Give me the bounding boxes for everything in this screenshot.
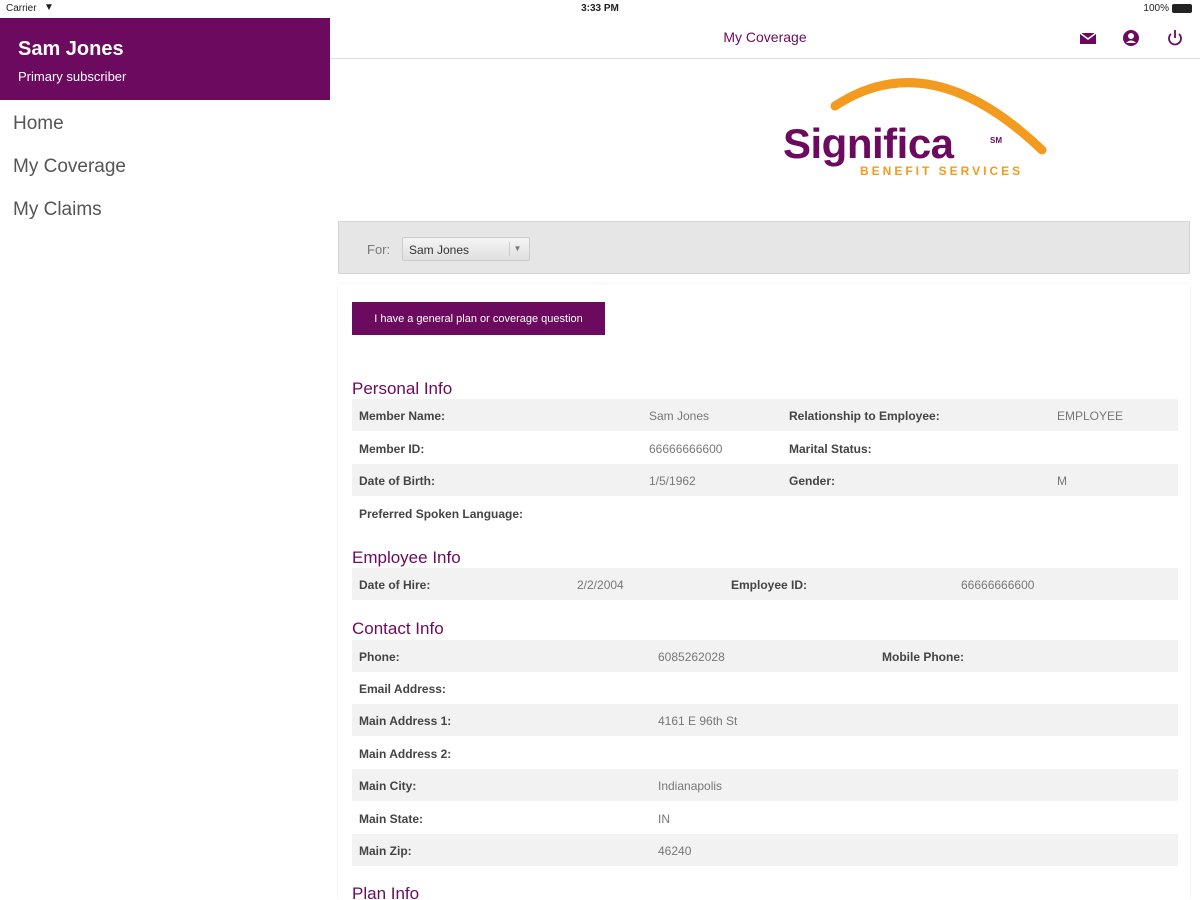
general-question-button[interactable]: I have a general plan or coverage questi… bbox=[352, 302, 605, 335]
user-header: Sam Jones Primary subscriber bbox=[0, 18, 330, 100]
logo-service-mark: SM bbox=[990, 136, 1002, 145]
member-name-value: Sam Jones bbox=[649, 409, 710, 423]
sidebar-item-home[interactable]: Home bbox=[0, 110, 330, 153]
power-icon[interactable] bbox=[1164, 27, 1186, 49]
filter-label: For: bbox=[367, 242, 391, 257]
sidebar-item-my-coverage[interactable]: My Coverage bbox=[0, 153, 330, 196]
address1-value: 4161 E 96th St bbox=[658, 714, 738, 728]
relationship-label: Relationship to Employee: bbox=[789, 409, 940, 423]
table-row: Main Address 1: 4161 E 96th St bbox=[352, 704, 1178, 736]
marital-status-label: Marital Status: bbox=[789, 442, 872, 456]
section-title-personal-info: Personal Info bbox=[352, 379, 1178, 401]
user-role: Primary subscriber bbox=[18, 69, 127, 84]
gender-label: Gender: bbox=[789, 474, 836, 488]
table-row: Main Address 2: bbox=[352, 737, 1178, 769]
logo-tagline: BENEFIT SERVICES bbox=[860, 164, 1024, 178]
table-row: Phone: 6085262028 Mobile Phone: bbox=[352, 640, 1178, 672]
table-row: Date of Birth: 1/5/1962 Gender: M bbox=[352, 464, 1178, 496]
logo-wordmark: Significa bbox=[783, 120, 954, 167]
table-row: Main Zip: 46240 bbox=[352, 834, 1178, 866]
table-row: Email Address: bbox=[352, 672, 1178, 704]
employee-id-value: 66666666600 bbox=[961, 578, 1035, 592]
page-title: My Coverage bbox=[723, 29, 807, 45]
status-bar: Carrier ▼ 3:33 PM 100% bbox=[0, 0, 1200, 18]
sidebar-item-my-claims[interactable]: My Claims bbox=[0, 196, 330, 239]
table-row: Member ID: 66666666600 Marital Status: bbox=[352, 432, 1178, 464]
section-title-contact-info: Contact Info bbox=[352, 619, 1178, 641]
table-row: Member Name: Sam Jones Relationship to E… bbox=[352, 399, 1178, 431]
member-id-label: Member ID: bbox=[359, 442, 425, 456]
hire-date-value: 2/2/2004 bbox=[577, 578, 624, 592]
coverage-details: I have a general plan or coverage questi… bbox=[338, 284, 1190, 900]
user-name: Sam Jones bbox=[18, 38, 124, 60]
city-value: Indianapolis bbox=[658, 779, 723, 793]
member-name-label: Member Name: bbox=[359, 409, 446, 423]
section-title-employee-info: Employee Info bbox=[352, 548, 1178, 570]
top-bar: My Coverage bbox=[330, 18, 1200, 59]
state-value: IN bbox=[658, 812, 670, 826]
battery-percent: 100% bbox=[1143, 3, 1169, 14]
section-title-plan-info: Plan Info bbox=[352, 884, 1178, 900]
table-row: Date of Hire: 2/2/2004 Employee ID: 6666… bbox=[352, 568, 1178, 600]
sidebar: Sam Jones Primary subscriber Home My Cov… bbox=[0, 18, 330, 900]
dob-value: 1/5/1962 bbox=[649, 474, 696, 488]
city-label: Main City: bbox=[359, 779, 417, 793]
sidebar-nav: Home My Coverage My Claims bbox=[0, 110, 330, 239]
significa-logo: Significa SM BENEFIT SERVICES bbox=[780, 68, 1060, 183]
state-label: Main State: bbox=[359, 812, 424, 826]
phone-label: Phone: bbox=[359, 650, 400, 664]
clock: 3:33 PM bbox=[581, 3, 619, 14]
language-label: Preferred Spoken Language: bbox=[359, 507, 524, 521]
dob-label: Date of Birth: bbox=[359, 474, 435, 488]
mail-icon[interactable] bbox=[1077, 27, 1099, 49]
zip-value: 46240 bbox=[658, 844, 692, 858]
chevron-down-icon: ▼ bbox=[509, 242, 525, 256]
member-filter-bar: For: Sam Jones ▼ bbox=[338, 221, 1190, 274]
email-label: Email Address: bbox=[359, 682, 446, 696]
account-icon[interactable] bbox=[1120, 27, 1142, 49]
member-id-value: 66666666600 bbox=[649, 442, 723, 456]
zip-label: Main Zip: bbox=[359, 844, 412, 858]
phone-value: 6085262028 bbox=[658, 650, 725, 664]
battery-indicator: 100% bbox=[1143, 3, 1192, 14]
gender-value: M bbox=[1057, 474, 1067, 488]
member-select[interactable]: Sam Jones ▼ bbox=[402, 237, 530, 261]
address1-label: Main Address 1: bbox=[359, 714, 452, 728]
table-row: Preferred Spoken Language: bbox=[352, 497, 1178, 529]
battery-icon bbox=[1172, 4, 1192, 13]
address2-label: Main Address 2: bbox=[359, 747, 452, 761]
table-row: Main City: Indianapolis bbox=[352, 769, 1178, 801]
table-row: Main State: IN bbox=[352, 802, 1178, 834]
hire-date-label: Date of Hire: bbox=[359, 578, 431, 592]
employee-id-label: Employee ID: bbox=[731, 578, 808, 592]
relationship-value: EMPLOYEE bbox=[1057, 409, 1124, 423]
member-select-value: Sam Jones bbox=[409, 243, 470, 257]
mobile-phone-label: Mobile Phone: bbox=[882, 650, 964, 664]
